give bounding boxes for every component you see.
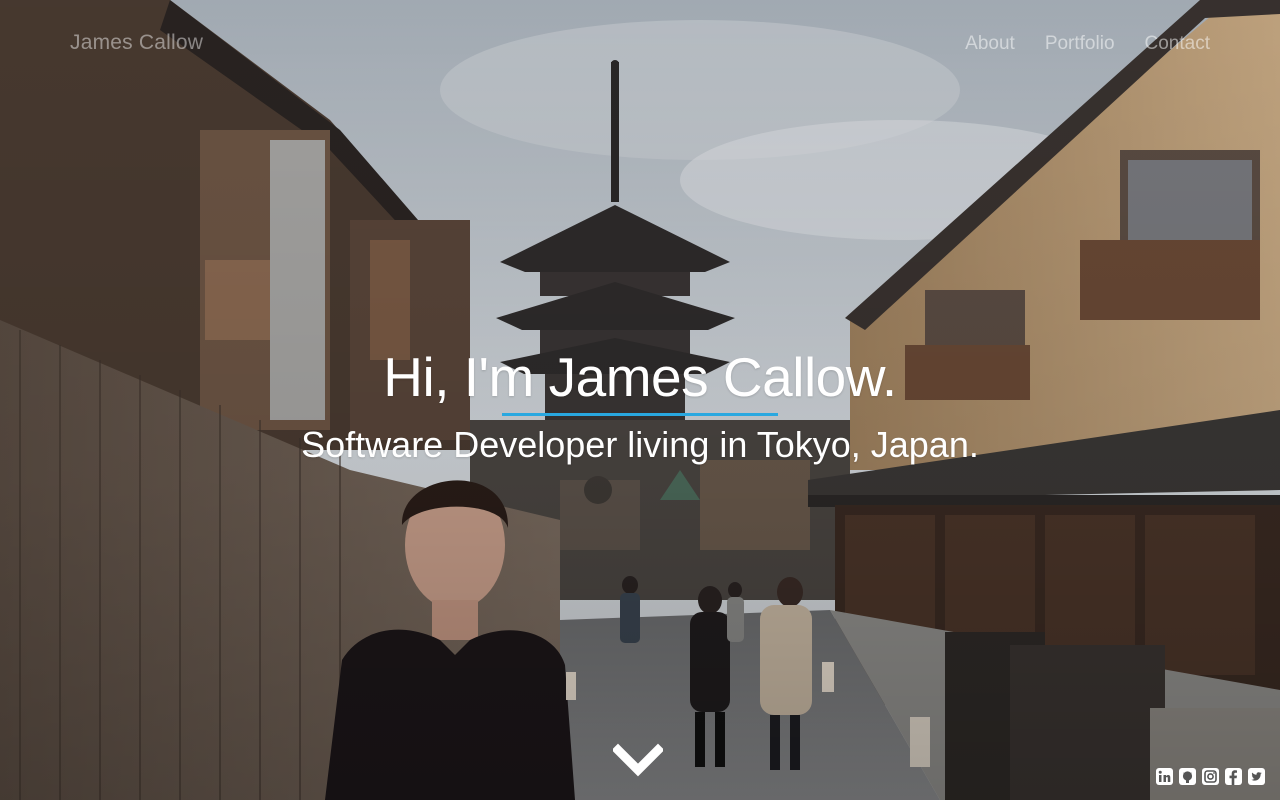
github-icon — [1179, 768, 1196, 785]
facebook-icon — [1225, 768, 1242, 785]
linkedin-link[interactable] — [1156, 768, 1173, 785]
hero-section: James Callow About Portfolio Contact Hi,… — [0, 0, 1280, 800]
scroll-down-button[interactable] — [611, 742, 665, 780]
facebook-link[interactable] — [1225, 768, 1242, 785]
instagram-icon — [1202, 768, 1219, 785]
nav-link-portfolio[interactable]: Portfolio — [1045, 33, 1115, 55]
instagram-link[interactable] — [1202, 768, 1219, 785]
twitter-link[interactable] — [1248, 768, 1265, 785]
main-nav: About Portfolio Contact — [965, 33, 1210, 55]
headline-underline — [502, 413, 778, 416]
nav-link-about[interactable]: About — [965, 33, 1015, 55]
github-link[interactable] — [1179, 768, 1196, 785]
chevron-down-icon — [611, 743, 665, 777]
twitter-icon — [1248, 768, 1265, 785]
linkedin-icon — [1156, 768, 1173, 785]
nav-link-contact[interactable]: Contact — [1145, 33, 1210, 55]
site-title-link[interactable]: James Callow — [70, 31, 203, 55]
hero-subheadline: Software Developer living in Tokyo, Japa… — [301, 424, 979, 465]
social-links — [1156, 768, 1265, 785]
hero-headline: Hi, I'm James Callow. — [383, 346, 897, 408]
